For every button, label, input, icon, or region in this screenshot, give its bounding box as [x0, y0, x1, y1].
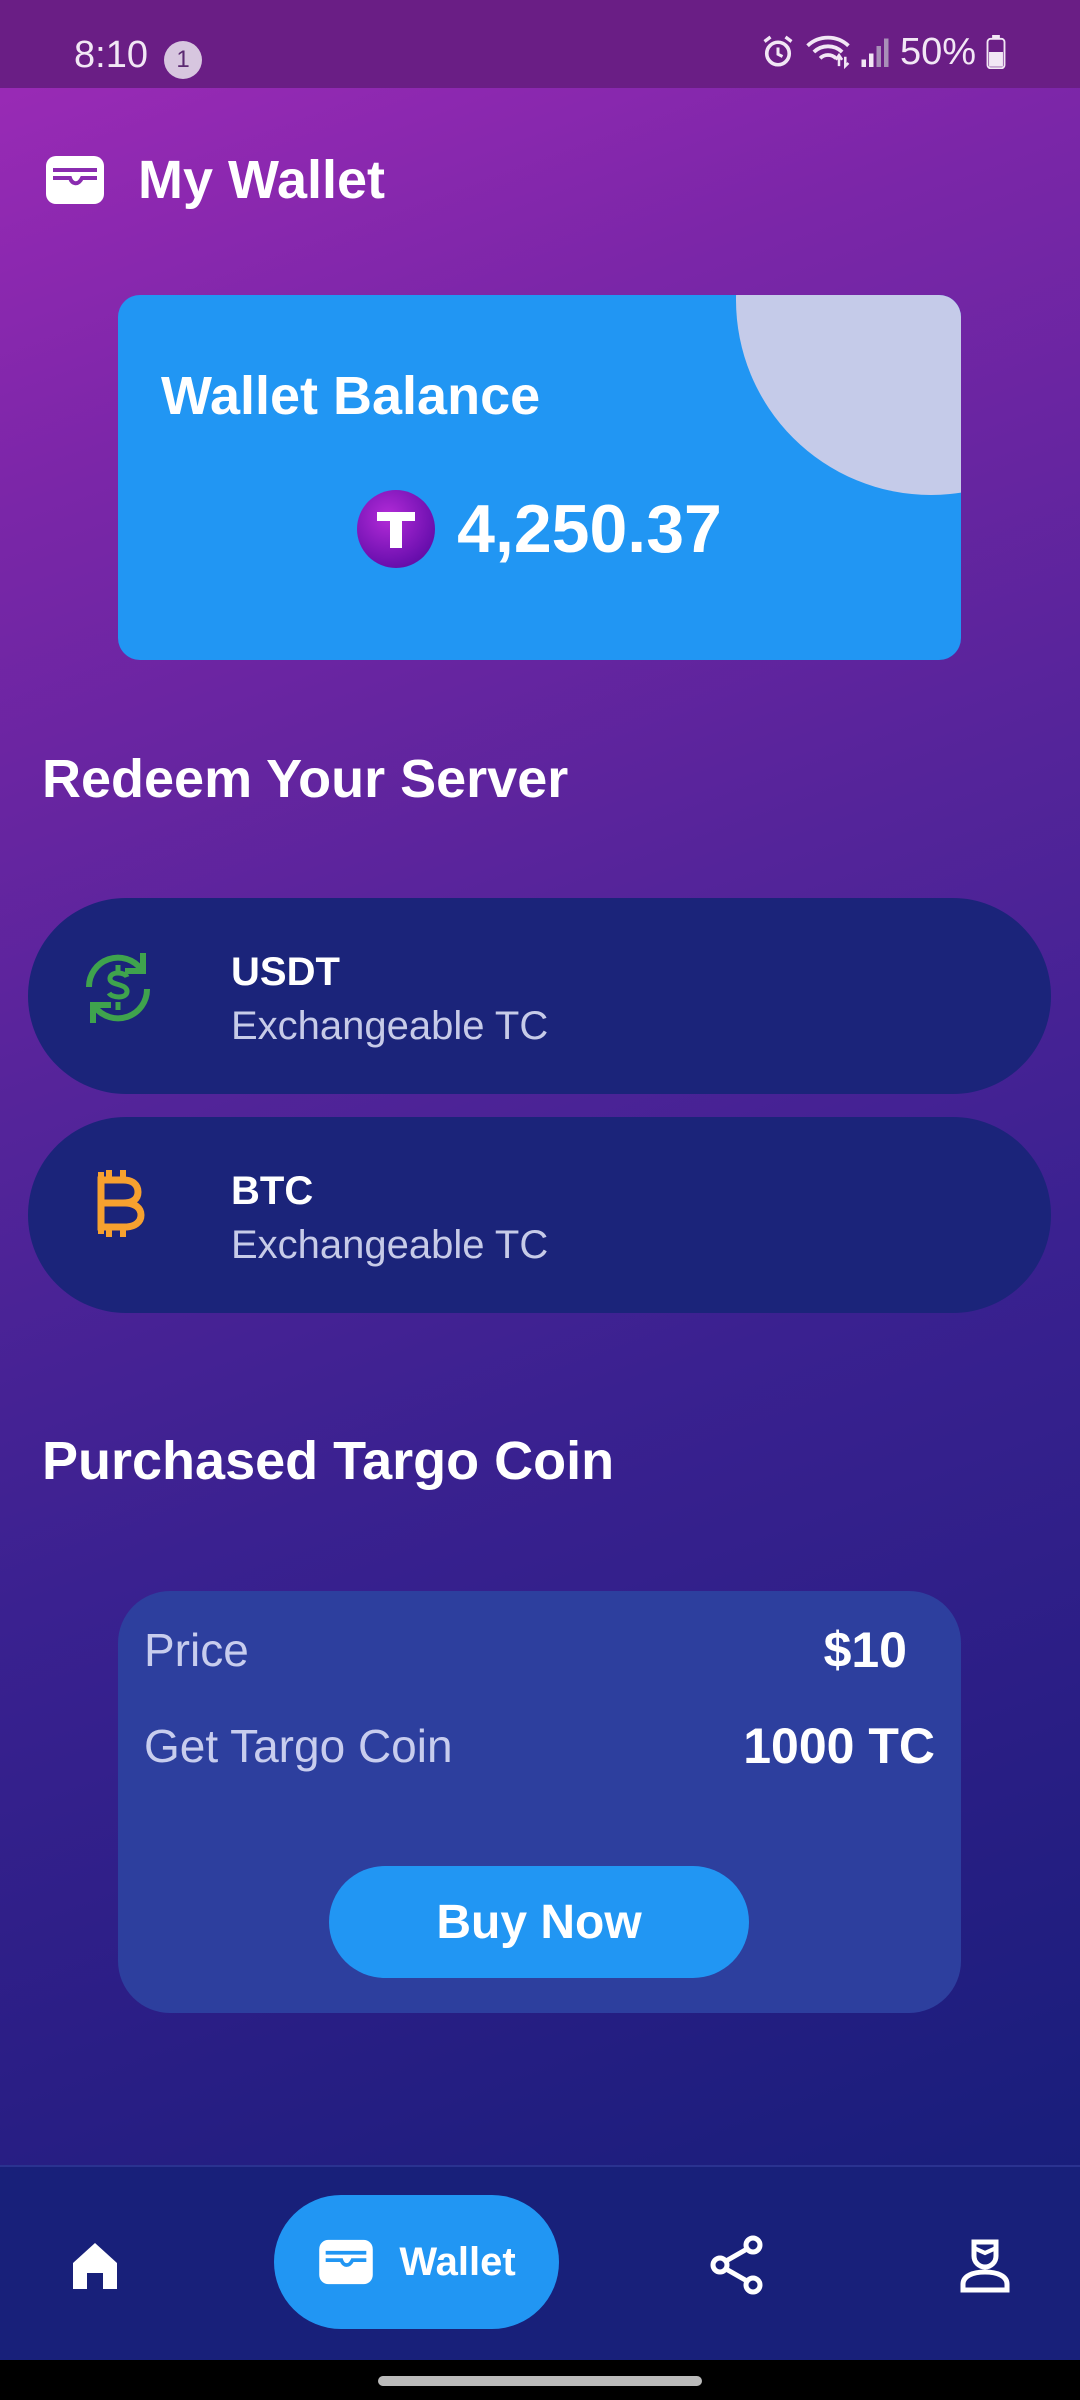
balance-title: Wallet Balance — [161, 366, 541, 426]
nav-wallet[interactable]: Wallet — [274, 2195, 559, 2329]
nav-wallet-label: Wallet — [399, 2239, 516, 2284]
redeem-item-subtitle: Exchangeable TC — [231, 1223, 549, 1267]
bottom-nav: Wallet — [0, 2165, 1080, 2362]
redeem-item-subtitle: Exchangeable TC — [231, 1004, 549, 1048]
purchase-card: Price $10 Get Targo Coin 1000 TC Buy Now — [118, 1591, 961, 2013]
redeem-item-name: USDT — [231, 950, 340, 994]
get-coin-label: Get Targo Coin — [144, 1720, 453, 1772]
decorative-circle — [736, 295, 961, 495]
wallet-icon — [46, 156, 104, 204]
battery-icon — [986, 35, 1006, 69]
balance-amount: 4,250.37 — [457, 491, 722, 567]
price-label: Price — [144, 1624, 249, 1676]
wallet-balance-card: Wallet Balance 4,250.37 — [118, 295, 961, 660]
battery-percent: 50% — [899, 30, 976, 73]
home-gesture-handle[interactable] — [378, 2376, 702, 2386]
status-bar: 8:10 1 50% — [0, 0, 1080, 88]
nav-profile[interactable] — [930, 2167, 1040, 2362]
status-icons: 50% — [760, 30, 1006, 74]
price-value: $10 — [823, 1622, 907, 1678]
redeem-item-usdt[interactable]: USDT Exchangeable TC — [28, 898, 1051, 1094]
redeem-section-title: Redeem Your Server — [42, 749, 569, 809]
get-coin-row: Get Targo Coin 1000 TC — [144, 1717, 935, 1775]
nav-share[interactable] — [682, 2167, 792, 2362]
bitcoin-icon — [97, 1170, 145, 1237]
share-icon — [710, 2235, 763, 2294]
nav-home[interactable] — [40, 2167, 150, 2362]
signal-icon — [861, 38, 889, 67]
currency-exchange-icon — [85, 953, 151, 1023]
get-coin-value: 1000 TC — [743, 1718, 935, 1774]
profile-icon — [960, 2239, 1010, 2292]
notification-badge: 1 — [164, 41, 202, 79]
purchase-section-title: Purchased Targo Coin — [42, 1431, 615, 1491]
price-row: Price $10 — [144, 1621, 907, 1679]
alarm-icon — [763, 35, 793, 67]
app-header: My Wallet — [44, 148, 385, 212]
gesture-bar — [0, 2360, 1080, 2400]
wifi-icon — [806, 35, 850, 70]
targo-coin-icon — [357, 490, 436, 568]
redeem-item-name: BTC — [231, 1169, 314, 1213]
status-time: 8:10 — [74, 34, 148, 76]
home-icon — [73, 2242, 117, 2289]
page-title: My Wallet — [138, 150, 386, 210]
redeem-item-btc[interactable]: BTC Exchangeable TC — [28, 1117, 1051, 1313]
balance-row: 4,250.37 — [118, 490, 961, 568]
buy-now-button[interactable]: Buy Now — [329, 1866, 749, 1978]
wallet-icon — [319, 2239, 374, 2285]
